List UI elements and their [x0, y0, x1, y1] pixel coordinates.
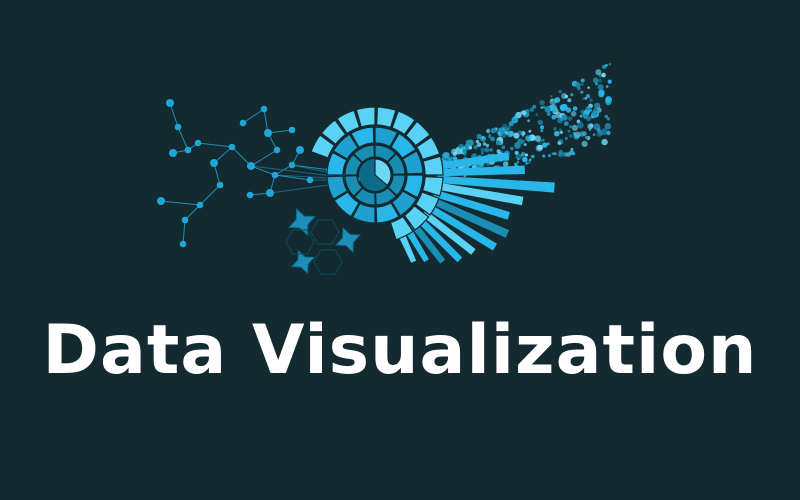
- data-visualization-illustration: [157, 63, 612, 275]
- star-shapes-icon: [285, 208, 362, 275]
- page-title: Data Visualization: [42, 311, 758, 390]
